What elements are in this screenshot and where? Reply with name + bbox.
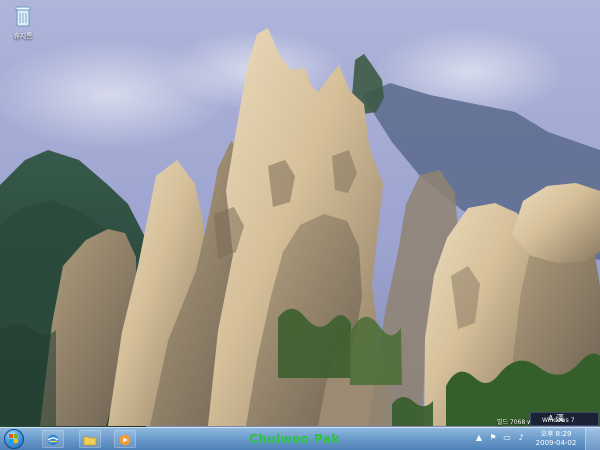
recycle-bin-icon [15, 6, 31, 27]
clock[interactable]: 오후 8:29 2009-04-02 [535, 430, 577, 448]
show-hidden-icon[interactable]: ▲ [474, 433, 484, 443]
system-tray: ▲ ⚑ ▭ ♪ 오후 8:29 2009-04-02 [474, 428, 600, 450]
media-player-icon [119, 434, 131, 446]
mountain-wallpaper [0, 0, 600, 450]
recycle-bin-label: 휴지통 [13, 32, 33, 40]
internet-explorer-button[interactable] [42, 430, 64, 448]
explorer-button[interactable] [79, 430, 101, 448]
taskbar: Chulwoo Pak ▲ ⚑ ▭ ♪ 오후 8:29 2009-04-02 [0, 427, 600, 450]
volume-icon[interactable]: ♪ [516, 433, 526, 443]
media-player-button[interactable] [114, 430, 136, 448]
clock-date: 2009-04-02 [535, 439, 577, 447]
taskbar-center-text: Chulwoo Pak [249, 432, 340, 446]
desktop: 휴지통 빌드 7068 w Windows 7 Chulwoo Pak ▲ ⚑ … [0, 0, 600, 450]
recycle-bin[interactable]: 휴지통 [8, 4, 38, 41]
windows-logo-icon [9, 434, 18, 443]
folder-icon [83, 436, 97, 446]
network-icon[interactable]: ▭ [502, 433, 512, 443]
internet-explorer-icon [47, 434, 59, 446]
clock-time: 오후 8:29 [540, 430, 572, 438]
show-desktop-button[interactable] [585, 428, 600, 450]
action-center-flag-icon[interactable]: ⚑ [488, 433, 498, 443]
build-overlay: 빌드 7068 w [496, 419, 532, 426]
ime-language-bar[interactable]: Windows 7 [530, 412, 599, 426]
start-button[interactable] [4, 429, 24, 449]
ime-mode-indicator[interactable]: A 漢 [548, 414, 564, 424]
